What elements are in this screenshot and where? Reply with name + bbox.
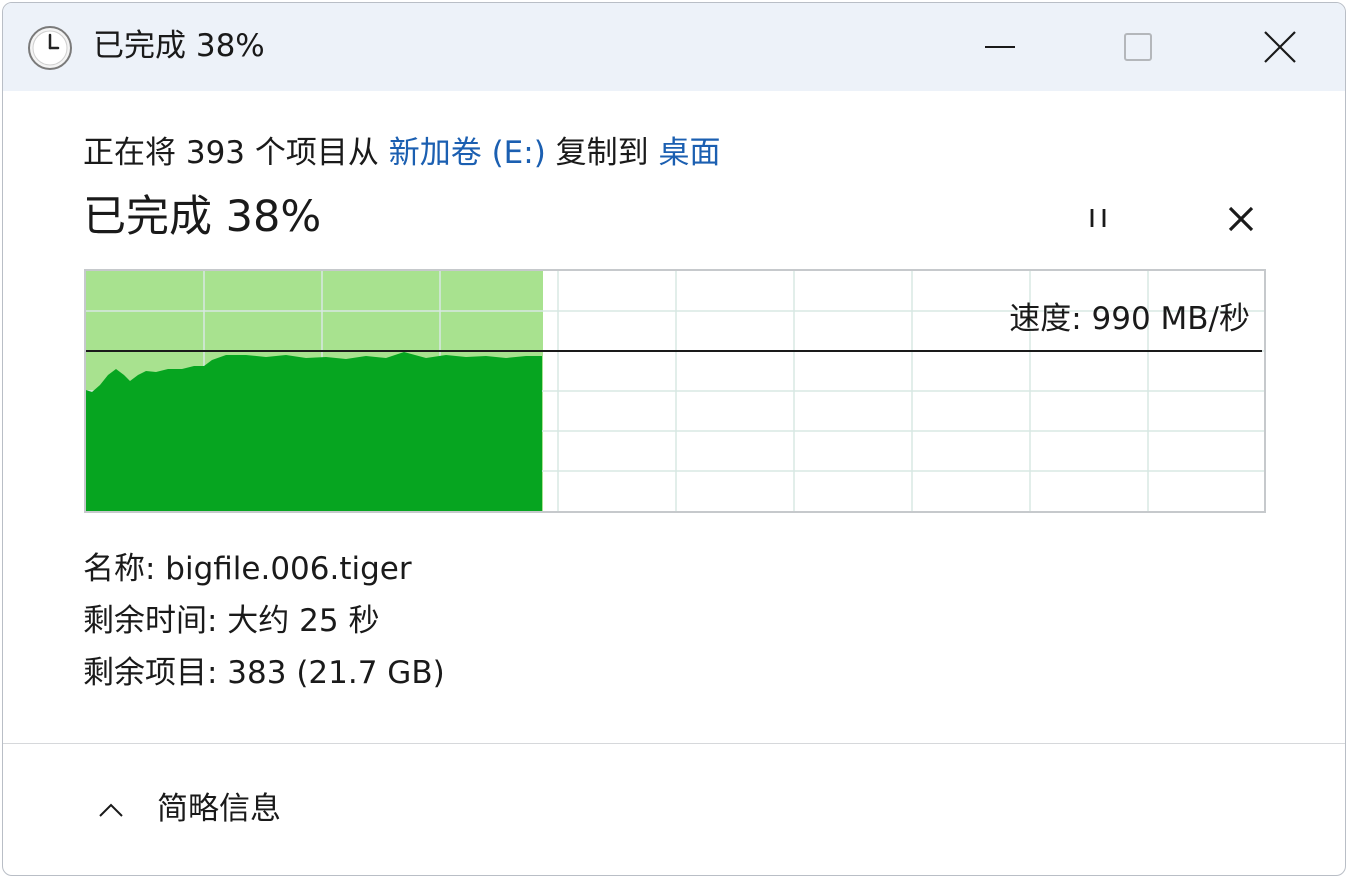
progress-percentage: 已完成 38% [83,192,322,242]
minimize-icon [985,46,1015,48]
close-button[interactable] [1217,3,1337,91]
pause-button[interactable] [1073,197,1123,241]
time-remaining: 剩余时间: 大约 25 秒 [83,603,380,639]
title-bar: 已完成 38% [3,3,1345,91]
transfer-speed-graph: 速度: 990 MB/秒 [84,269,1266,513]
maximize-button[interactable] [1076,3,1196,91]
clock-icon [28,26,72,70]
speed-area [86,352,542,511]
operation-middle: 复制到 [545,135,659,171]
cancel-icon [1228,206,1254,232]
file-name: 名称: bigfile.006.tiger [83,551,412,587]
minimize-button[interactable] [937,3,1057,91]
less-details-label: 简略信息 [157,791,281,827]
cancel-button[interactable] [1215,197,1265,241]
source-link[interactable]: 新加卷 (E:) [389,135,546,171]
dialog-content: 正在将 393 个项目从 新加卷 (E:) 复制到 桌面 已完成 38% 速度:… [3,91,1345,875]
items-remaining: 剩余项目: 383 (21.7 GB) [83,655,445,691]
close-icon [1264,31,1296,63]
operation-prefix: 正在将 393 个项目从 [83,135,389,171]
operation-description: 正在将 393 个项目从 新加卷 (E:) 复制到 桌面 [83,133,721,173]
pause-icon [1090,209,1106,227]
window-title: 已完成 38% [93,28,265,64]
speed-label: 速度: 990 MB/秒 [1009,301,1250,337]
footer-divider [3,743,1345,744]
chevron-up-icon [99,803,123,817]
maximize-icon [1124,33,1152,61]
destination-link[interactable]: 桌面 [659,135,721,171]
copy-progress-window: 已完成 38% 正在将 393 个项目从 新加卷 (E:) 复制到 桌面 已完成… [2,2,1346,876]
